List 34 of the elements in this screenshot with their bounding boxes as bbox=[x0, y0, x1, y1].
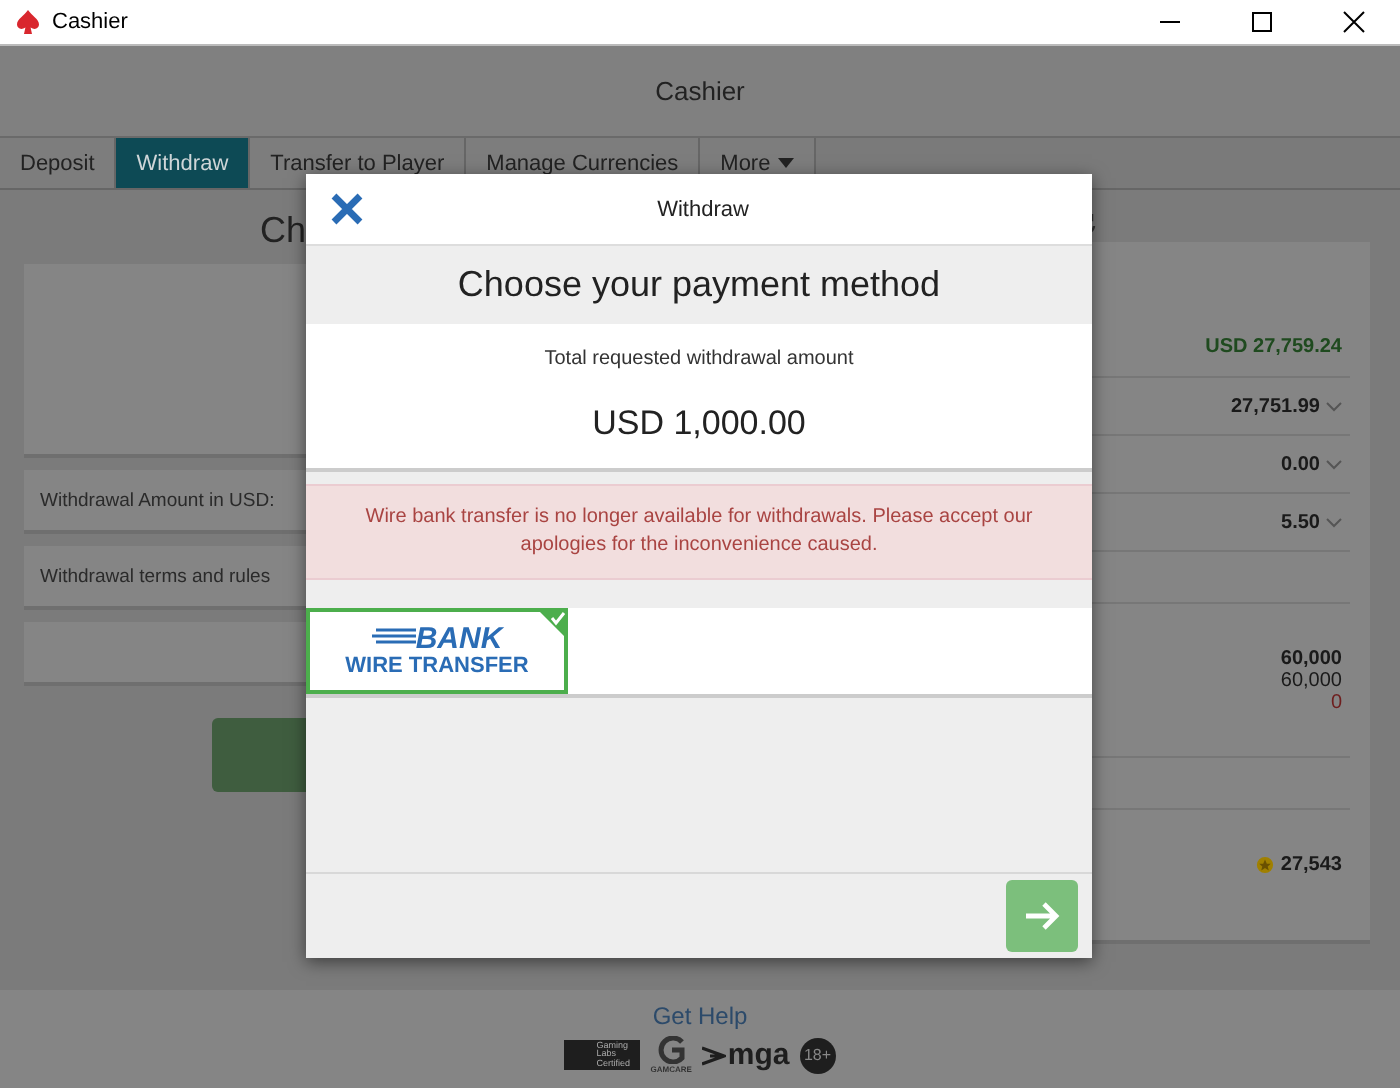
points-value: 60,000 bbox=[1280, 647, 1342, 669]
points-value: 60,000 bbox=[1280, 669, 1342, 691]
balance-value: 5.50 bbox=[1281, 511, 1320, 533]
form-row: Withdrawal Amount in USD: bbox=[24, 470, 306, 534]
chevron-down-icon[interactable] bbox=[1326, 459, 1342, 469]
speed-lines-icon bbox=[371, 628, 416, 648]
window-title: Cashier bbox=[52, 10, 128, 34]
mga-logo: mga bbox=[727, 1038, 790, 1072]
dialog-heading: Choose your payment method bbox=[457, 264, 941, 306]
balance-amount: USD 27,759.24 bbox=[1205, 336, 1342, 358]
chevron-down-icon[interactable] bbox=[1326, 517, 1342, 527]
section-heading: Ch bbox=[259, 210, 306, 252]
points-value: 0 bbox=[1330, 691, 1342, 713]
dialog-title: Withdraw bbox=[655, 197, 751, 221]
payment-method-tile[interactable]: BANK WIRE TRANSFER bbox=[306, 608, 568, 694]
arrow-mark-icon bbox=[701, 1045, 726, 1065]
page-title: Cashier bbox=[655, 76, 745, 106]
balance-value: 0.00 bbox=[1281, 453, 1320, 475]
get-help-link[interactable]: Get Help bbox=[652, 1002, 748, 1030]
arrow-right-icon bbox=[1024, 900, 1060, 932]
amount-value: USD 1,000.00 bbox=[592, 403, 806, 444]
coin-icon bbox=[1256, 856, 1275, 874]
spade-icon bbox=[16, 10, 40, 34]
coin-balance: 27,543 bbox=[1280, 854, 1342, 876]
gamcare-icon bbox=[655, 1036, 688, 1064]
submit-button[interactable] bbox=[212, 718, 306, 792]
age-limit-badge: 18+ bbox=[799, 1037, 836, 1073]
form-row: Withdrawal terms and rules bbox=[24, 546, 306, 610]
next-button[interactable] bbox=[1006, 880, 1078, 952]
amount-label: Total requested withdrawal amount bbox=[544, 348, 854, 371]
balance-value: 27,751.99 bbox=[1231, 395, 1320, 417]
alert-message: Wire bank transfer is no longer available for withdrawals. Please accept our apologies for the inconvenience caused. bbox=[306, 484, 1092, 580]
tab[interactable]: Withdraw bbox=[116, 138, 251, 188]
chevron-down-icon[interactable] bbox=[1326, 401, 1342, 411]
